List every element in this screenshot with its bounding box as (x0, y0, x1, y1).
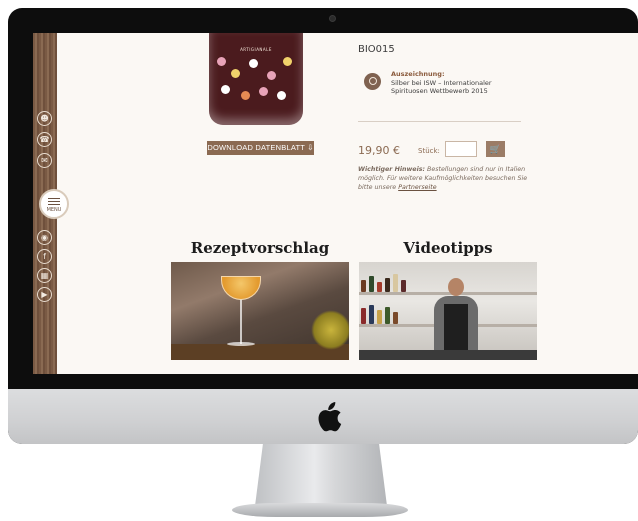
bottle-mini (361, 280, 366, 292)
imac-stand-neck (255, 444, 387, 506)
blossom-decor (259, 87, 268, 96)
bottle-mini (369, 305, 374, 324)
quantity-input[interactable] (445, 141, 477, 157)
imac-stand-foot (232, 503, 408, 517)
blossom-decor (241, 91, 250, 100)
shipping-notice: Wichtiger Hinweis: Bestellungen sind nur… (358, 165, 528, 192)
blossom-decor (231, 69, 240, 78)
product-code: BIO015 (358, 44, 395, 55)
bottle-mini (401, 280, 406, 292)
bottle-mini (377, 282, 382, 292)
blossom-decor (267, 71, 276, 80)
bottle-label-text: ARTIGIANALE (240, 47, 272, 52)
menu-label: MENU (46, 207, 62, 213)
blog-icon[interactable]: ▦ (37, 268, 52, 283)
download-datasheet-button[interactable]: DOWNLOAD DATENBLATT ⇩ (207, 141, 314, 155)
plant-decor (311, 310, 349, 350)
product-price: 19,90 € (358, 144, 400, 157)
phone-icon[interactable]: ☎ (37, 132, 52, 147)
recipe-image-card[interactable] (171, 262, 349, 360)
product-bottle-image: ARTIGIANALE (209, 33, 303, 125)
apple-logo-icon (318, 402, 342, 432)
cart-icon: 🛒 (489, 144, 502, 154)
blossom-decor (221, 85, 230, 94)
bottle-mini (393, 312, 398, 324)
cocktail-glass-image (221, 276, 261, 300)
add-to-cart-button[interactable]: 🛒 (486, 141, 505, 157)
download-button-label: DOWNLOAD DATENBLATT (207, 143, 305, 152)
partner-page-link[interactable]: Partnerseite (398, 184, 436, 191)
award-text: Silber bei ISW – Internationaler Spiritu… (391, 79, 492, 95)
youtube-icon[interactable]: ▶ (37, 287, 52, 302)
imac-chin (8, 389, 638, 444)
award-title: Auszeichnung: (391, 70, 445, 78)
imac-mockup: ☻ ☎ ✉ ◉ f ▦ ▶ MENU ARTIGIANALE DOWNLOAD … (0, 0, 638, 521)
award-medal-icon (364, 73, 381, 90)
bottle-mini (361, 308, 366, 324)
bottle-mini (385, 307, 390, 324)
video-thumbnail-card[interactable] (359, 262, 537, 360)
bottle-mini (385, 278, 390, 292)
download-icon: ⇩ (307, 143, 314, 152)
menu-button[interactable]: MENU (39, 189, 69, 219)
blossom-decor (283, 57, 292, 66)
notice-label: Wichtiger Hinweis: (358, 166, 425, 173)
quantity-label: Stück: (418, 147, 440, 155)
imac-monitor: ☻ ☎ ✉ ◉ f ▦ ▶ MENU ARTIGIANALE DOWNLOAD … (8, 8, 638, 444)
website-screen: ☻ ☎ ✉ ◉ f ▦ ▶ MENU ARTIGIANALE DOWNLOAD … (33, 33, 638, 374)
facebook-icon[interactable]: f (37, 249, 52, 264)
bartender-figure (434, 278, 478, 360)
bartender-head (448, 278, 464, 296)
mail-icon[interactable]: ✉ (37, 153, 52, 168)
bottle-mini (377, 310, 382, 324)
instagram-icon[interactable]: ◉ (37, 230, 52, 245)
cocktail-glass-base (227, 342, 255, 346)
camera-icon (329, 15, 336, 22)
blossom-decor (217, 57, 226, 66)
recipe-section-title: Rezeptvorschlag (190, 239, 330, 257)
bar-counter (359, 350, 537, 360)
blossom-decor (277, 91, 286, 100)
video-section-title: Videotipps (403, 239, 493, 257)
cocktail-glass-stem (240, 300, 242, 344)
divider (358, 121, 521, 122)
user-icon[interactable]: ☻ (37, 111, 52, 126)
bottle-mini (369, 276, 374, 292)
hamburger-icon (48, 198, 60, 205)
bottle-mini (393, 274, 398, 292)
blossom-decor (249, 59, 258, 68)
